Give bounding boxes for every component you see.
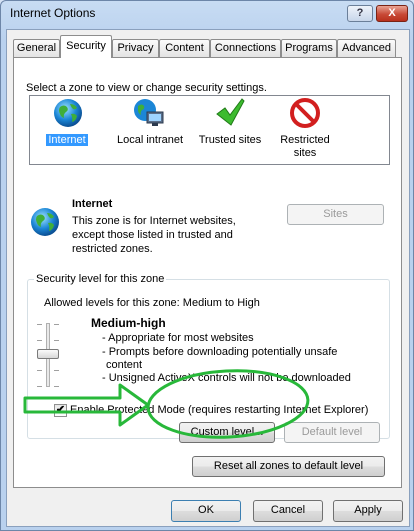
green-circle-annotation (146, 369, 310, 439)
tab-security[interactable]: Security (60, 35, 112, 58)
green-arrow-annotation (23, 383, 150, 427)
annotation-overlay (23, 369, 310, 439)
